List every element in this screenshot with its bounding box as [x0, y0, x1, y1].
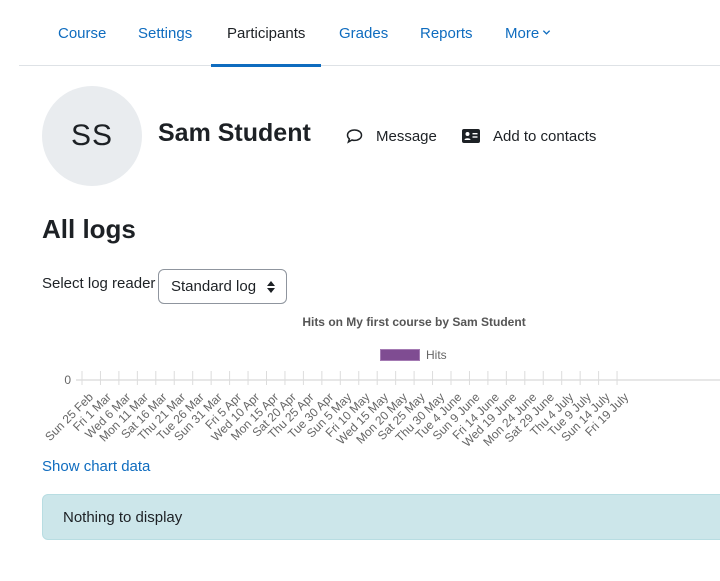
message-button[interactable]: Message	[346, 126, 437, 146]
chat-bubble-icon	[346, 129, 363, 144]
add-to-contacts-button[interactable]: Add to contacts	[462, 126, 596, 146]
tab-more-label: More	[505, 25, 540, 42]
hits-chart: Hits on My first course by Sam Student H…	[0, 305, 720, 455]
message-label: Message	[376, 127, 437, 145]
tab-reports[interactable]: Reports	[420, 0, 473, 66]
tab-participants[interactable]: Participants	[210, 0, 322, 67]
show-chart-data-link[interactable]: Show chart data	[42, 458, 150, 475]
y-tick-label: 0	[64, 373, 71, 387]
notice-text: Nothing to display	[63, 509, 183, 526]
address-card-icon	[462, 129, 480, 143]
log-reader-label: Select log reader	[42, 275, 156, 292]
page: Course Settings Participants Grades Repo…	[0, 0, 720, 581]
log-reader-select[interactable]: Standard log	[158, 269, 287, 304]
avatar: SS	[42, 86, 142, 186]
tab-settings[interactable]: Settings	[138, 0, 192, 66]
page-heading: All logs	[42, 214, 136, 244]
nothing-to-display-notice: Nothing to display	[42, 494, 720, 540]
tab-more[interactable]: More	[505, 0, 551, 66]
user-fullname: Sam Student	[158, 119, 311, 147]
log-reader-selected-value: Standard log	[171, 278, 257, 295]
select-arrows-icon	[267, 281, 275, 293]
chevron-down-icon	[543, 30, 551, 35]
add-to-contacts-label: Add to contacts	[493, 127, 597, 145]
tab-course[interactable]: Course	[58, 0, 106, 66]
secondary-navigation: Course Settings Participants Grades Repo…	[19, 0, 720, 67]
tab-grades[interactable]: Grades	[339, 0, 388, 66]
